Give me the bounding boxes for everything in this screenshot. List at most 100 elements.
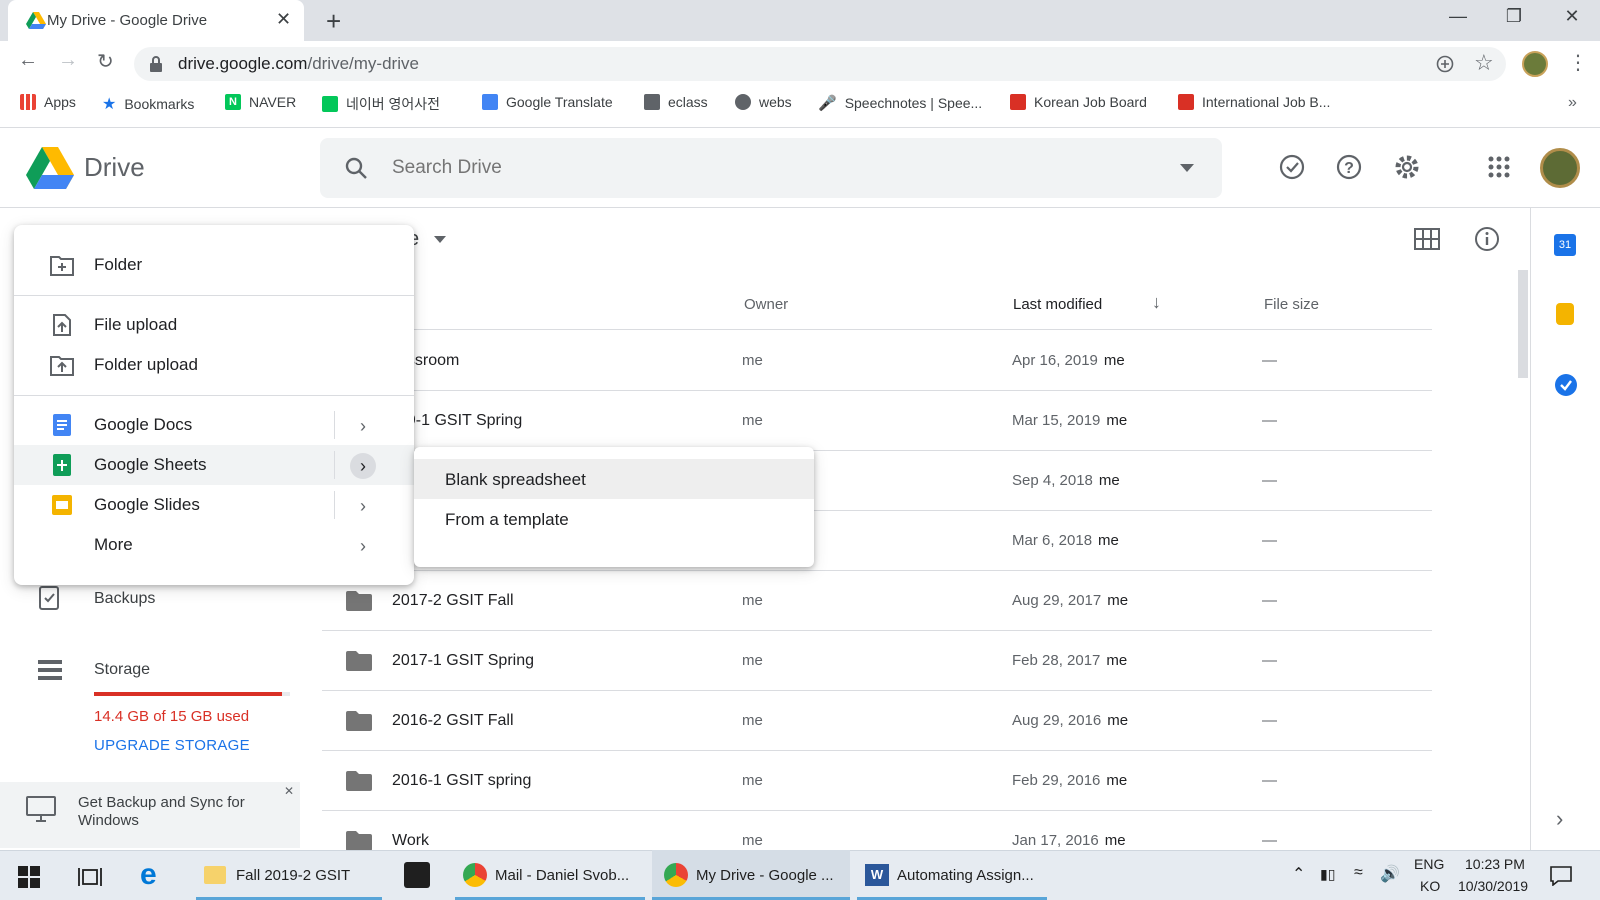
column-file-size[interactable]: File size [1264, 296, 1319, 313]
menu-item-google-docs[interactable]: Google Docs › [14, 405, 414, 445]
tasks-icon[interactable] [1554, 373, 1578, 397]
nav-storage[interactable]: Storage [94, 661, 150, 679]
bookmarks-overflow-icon[interactable]: » [1568, 94, 1577, 112]
search-input[interactable] [392, 153, 1152, 183]
file-row[interactable]: 2016-2 GSIT Fall me Aug 29, 2016 me — [322, 691, 1432, 751]
file-name: Work [392, 832, 430, 849]
file-row[interactable]: assroom me Apr 16, 2019 me — [322, 331, 1432, 391]
bookmark-google-translate[interactable]: Google Translate [482, 94, 613, 110]
volume-icon[interactable]: 🔊 [1380, 864, 1400, 884]
battery-icon[interactable]: ▮▯ [1320, 866, 1335, 883]
edge-browser-icon[interactable]: e [140, 858, 157, 892]
back-arrow-icon[interactable]: ← [18, 49, 38, 72]
drive-title[interactable]: Drive [84, 152, 145, 183]
breadcrumb-dropdown-icon[interactable] [434, 236, 446, 243]
grid-view-icon[interactable] [1414, 228, 1440, 250]
bookmark-bookmarks[interactable]: ★ Bookmarks [102, 94, 194, 114]
reload-icon[interactable]: ↻ [97, 49, 114, 74]
windows-start-icon[interactable] [18, 866, 40, 888]
window-close-button[interactable]: ✕ [1552, 6, 1592, 27]
menu-item-google-slides[interactable]: Google Slides › [14, 485, 414, 525]
clock-date[interactable]: 10/30/2019 [1458, 878, 1528, 894]
window-restore-button[interactable]: ❐ [1494, 6, 1534, 27]
modified-by: me [1107, 592, 1129, 609]
chevron-right-icon[interactable]: › [350, 453, 376, 479]
bookmark-apps[interactable]: Apps [20, 94, 76, 110]
new-tab-button[interactable]: + [326, 6, 341, 37]
offline-ready-icon[interactable] [1277, 152, 1307, 182]
calendar-icon[interactable]: 31 [1554, 234, 1576, 256]
input-language-bottom[interactable]: KO [1420, 878, 1440, 894]
file-name: 19-1 GSIT Spring [398, 412, 523, 429]
google-apps-grid-icon[interactable] [1484, 152, 1514, 182]
bookmark-naver-dictionary[interactable]: 네이버 영어사전 [322, 94, 440, 114]
file-row[interactable]: 2016-1 GSIT spring me Feb 29, 2016 me — [322, 751, 1432, 811]
column-last-modified[interactable]: Last modified [1013, 296, 1102, 313]
store-icon[interactable] [404, 862, 430, 888]
new-item-menu: Folder File upload Folder upload Google … [14, 225, 414, 585]
account-avatar[interactable] [1540, 148, 1580, 188]
wifi-icon[interactable]: ≈ [1354, 864, 1363, 882]
file-owner: me [742, 772, 763, 789]
action-center-icon[interactable] [1550, 866, 1572, 886]
taskbar-item-chrome-drive[interactable]: My Drive - Google ... [652, 850, 850, 900]
menu-item-google-sheets[interactable]: Google Sheets › [14, 445, 414, 485]
file-row[interactable]: 19-1 GSIT Spring me Mar 15, 2019 me — [322, 391, 1432, 451]
bookmark-naver[interactable]: N NAVER [225, 94, 296, 110]
expand-side-panel-icon[interactable]: › [1556, 806, 1563, 832]
backups-icon [39, 586, 59, 610]
bookmark-webs[interactable]: webs [735, 94, 792, 110]
file-row[interactable]: 2017-2 GSIT Fall me Aug 29, 2017 me — [322, 571, 1432, 631]
taskbar-item-chrome-mail[interactable]: Mail - Daniel Svob... [455, 850, 645, 900]
profile-avatar[interactable] [1522, 51, 1548, 77]
details-info-icon[interactable] [1474, 226, 1500, 252]
settings-gear-icon[interactable] [1392, 152, 1422, 182]
bookmark-eclass[interactable]: eclass [644, 94, 708, 110]
install-app-icon[interactable] [1436, 55, 1454, 73]
forward-arrow-icon[interactable]: → [58, 49, 78, 72]
clock-time[interactable]: 10:23 PM [1465, 856, 1525, 872]
search-icon[interactable] [344, 156, 368, 180]
file-row[interactable]: Work me Jan 17, 2016 me — [322, 811, 1432, 850]
folder-icon [346, 831, 372, 850]
submenu-item-from-template[interactable]: From a template [414, 499, 814, 539]
promo-close-icon[interactable]: ✕ [284, 784, 294, 798]
bookmark-speechnotes[interactable]: 🎤 Speechnotes | Spee... [818, 94, 982, 112]
show-hidden-icons-chevron-icon[interactable]: ⌃ [1292, 864, 1305, 884]
keep-icon[interactable] [1556, 303, 1574, 325]
tab-close-icon[interactable]: ✕ [276, 9, 291, 30]
task-view-icon[interactable] [78, 865, 102, 889]
window-minimize-button[interactable]: — [1438, 6, 1478, 27]
chevron-right-icon[interactable]: › [350, 493, 376, 519]
sort-descending-arrow-icon[interactable]: ↓ [1152, 292, 1161, 313]
menu-item-more[interactable]: More › [14, 525, 414, 565]
menu-item-label: Google Docs [94, 415, 193, 434]
help-icon[interactable]: ? [1334, 152, 1364, 182]
chevron-right-icon[interactable]: › [350, 533, 376, 559]
google-sheets-icon [53, 454, 71, 476]
modified-date: Mar 6, 2018 [1012, 532, 1093, 549]
nav-backups[interactable]: Backups [94, 590, 155, 608]
bookmark-korean-job-board[interactable]: Korean Job Board [1010, 94, 1147, 110]
menu-item-file-upload[interactable]: File upload [14, 305, 414, 345]
lock-icon[interactable] [149, 56, 163, 72]
column-owner[interactable]: Owner [744, 296, 788, 313]
upgrade-storage-link[interactable]: UPGRADE STORAGE [94, 737, 250, 754]
browser-menu-icon[interactable]: ⋮ [1568, 50, 1588, 75]
chevron-right-icon[interactable]: › [350, 413, 376, 439]
submenu-item-label: From a template [445, 510, 569, 529]
list-scrollbar[interactable] [1518, 270, 1528, 378]
input-language-top[interactable]: ENG [1414, 856, 1444, 872]
file-row[interactable]: 2017-1 GSIT Spring me Feb 28, 2017 me — [322, 631, 1432, 691]
file-size: — [1262, 712, 1277, 729]
folder-upload-icon [50, 356, 74, 376]
taskbar-item-word[interactable]: W Automating Assign... [857, 850, 1047, 900]
search-options-dropdown-icon[interactable] [1180, 164, 1194, 172]
menu-item-folder-upload[interactable]: Folder upload [14, 345, 414, 385]
bookmark-international-job-board[interactable]: International Job B... [1178, 94, 1330, 110]
bookmark-star-icon[interactable]: ☆ [1474, 50, 1494, 76]
taskbar-item-file-explorer[interactable]: Fall 2019-2 GSIT [196, 850, 382, 900]
submenu-item-blank-spreadsheet[interactable]: Blank spreadsheet [414, 459, 814, 499]
drive-logo-icon[interactable] [26, 147, 74, 189]
menu-item-folder[interactable]: Folder [14, 245, 414, 285]
